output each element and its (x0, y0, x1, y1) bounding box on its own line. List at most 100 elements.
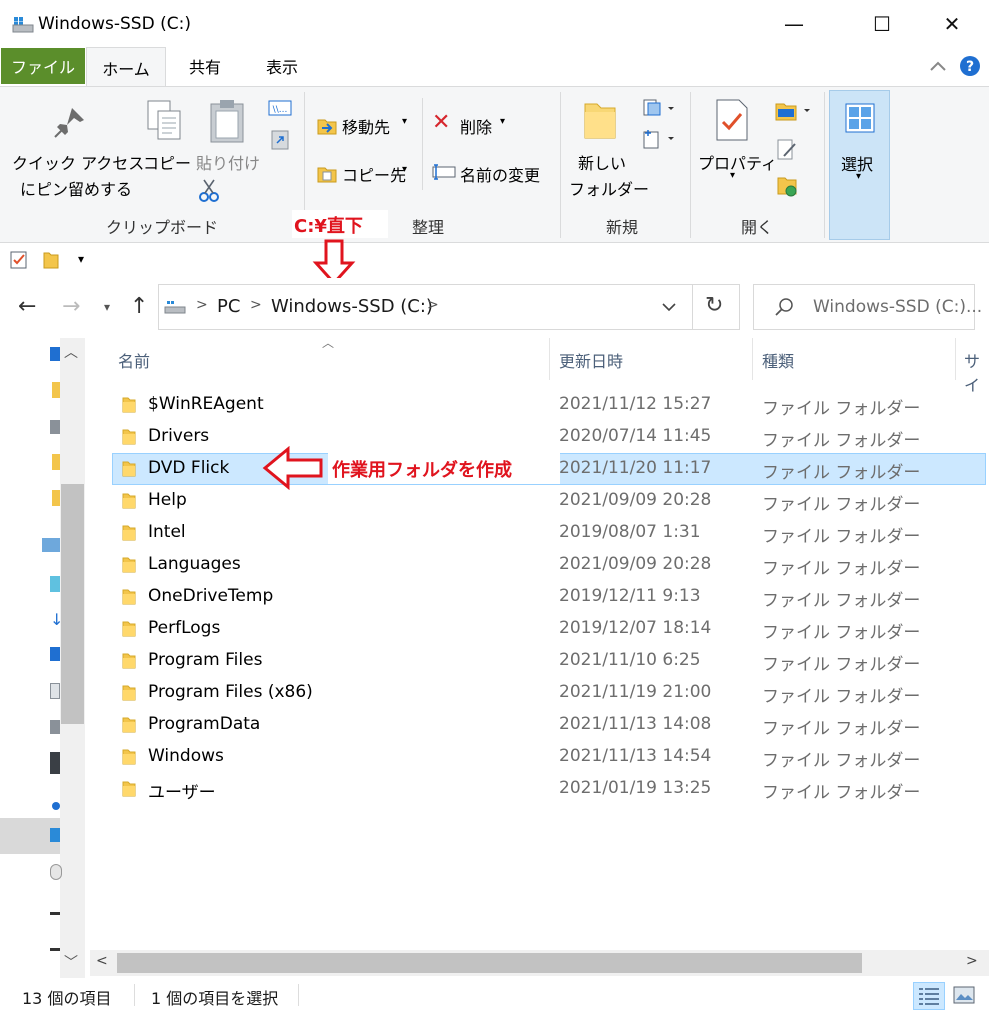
column-header-modified[interactable]: 更新日時 (559, 348, 623, 372)
file-name: Program Files (148, 650, 263, 670)
nav-folder-icon[interactable] (52, 454, 60, 470)
address-bar[interactable] (158, 284, 740, 330)
properties-button[interactable]: プロパティ ▾ (694, 92, 777, 204)
forward-icon[interactable]: → (62, 294, 80, 319)
horizontal-scrollbar-thumb[interactable] (117, 953, 862, 973)
file-type: ファイル フォルダー (762, 591, 921, 611)
open-icon[interactable] (774, 100, 812, 122)
rename-label: 名前の変更 (460, 166, 541, 185)
collapse-ribbon-icon[interactable] (928, 58, 948, 74)
file-name: Languages (148, 554, 241, 574)
nav-3d-objects-icon[interactable] (50, 576, 60, 592)
group-separator (824, 92, 825, 238)
nav-pictures-icon[interactable] (50, 720, 60, 734)
folder-icon (122, 397, 136, 413)
up-icon[interactable]: ↑ (130, 294, 148, 319)
cut-icon[interactable] (199, 178, 219, 202)
nav-dvd-icon[interactable] (50, 864, 62, 880)
pin-quick-access-button[interactable]: クイック アクセス にピン留めする (8, 92, 144, 204)
group-separator (560, 92, 561, 238)
column-header-row (90, 338, 989, 382)
column-divider[interactable] (752, 338, 753, 380)
nav-scroll-down-icon[interactable]: ﹀ (64, 952, 78, 972)
details-view-icon[interactable] (913, 982, 945, 1010)
column-header-type[interactable]: 種類 (762, 348, 794, 372)
maximize-button[interactable]: ☐ (850, 0, 914, 48)
nav-network-drive-icon[interactable] (50, 948, 60, 951)
new-group-label: 新規 (606, 218, 639, 237)
column-divider[interactable] (955, 338, 956, 380)
pin-label-2: にピン留めする (20, 180, 133, 199)
back-icon[interactable]: ← (18, 294, 36, 319)
column-divider[interactable] (549, 338, 550, 380)
large-icons-view-icon[interactable] (952, 984, 976, 1006)
recent-locations-icon[interactable]: ▾ (104, 300, 110, 314)
copy-to-button[interactable]: コピー先 ▾ (312, 156, 416, 190)
nav-folder-icon[interactable] (52, 490, 60, 506)
breadcrumb-separator-icon[interactable]: > (427, 297, 439, 313)
close-button[interactable]: ✕ (920, 0, 984, 48)
new-folder-icon (584, 103, 616, 139)
minimize-button[interactable]: — (762, 0, 826, 48)
column-header-name[interactable]: 名前 (118, 348, 150, 372)
nav-desktop-icon[interactable] (50, 347, 60, 361)
nav-scroll-up-icon[interactable]: ︿ (64, 342, 78, 362)
new-item-icon[interactable] (642, 98, 678, 118)
nav-music-icon[interactable] (52, 802, 60, 810)
status-divider (298, 984, 299, 1006)
help-icon[interactable]: ? (959, 55, 981, 77)
move-to-button[interactable]: 移動先 ▾ (312, 108, 416, 142)
paste-shortcut-icon[interactable] (270, 128, 290, 150)
breadcrumb-separator-icon[interactable]: > (250, 297, 262, 313)
breadcrumb-separator-icon[interactable]: > (196, 297, 208, 313)
tab-home[interactable]: ホーム (86, 47, 166, 87)
nav-downloads-icon[interactable]: ↓ (50, 610, 63, 629)
nav-network-drive-icon[interactable] (50, 912, 60, 915)
select-button[interactable]: 選択 ▾ (829, 90, 890, 240)
address-dropdown-icon[interactable] (660, 300, 678, 314)
nav-drive-icon[interactable] (50, 828, 60, 842)
annotation-root-label: C:¥直下 (294, 216, 363, 237)
tab-share[interactable]: 共有 (170, 48, 240, 84)
status-divider (134, 984, 135, 1006)
status-bar (0, 978, 989, 1012)
tab-view[interactable]: 表示 (244, 48, 320, 84)
refresh-icon[interactable]: ↻ (705, 293, 723, 318)
file-modified: 2021/11/10 6:25 (559, 650, 701, 670)
new-folder-button[interactable]: 新しい フォルダー (566, 92, 649, 204)
clipboard-group-label: クリップボード (106, 218, 219, 237)
breadcrumb-pc[interactable]: PC (217, 296, 240, 317)
rename-button[interactable]: 名前の変更 (428, 156, 552, 190)
easy-access-icon[interactable] (642, 128, 678, 150)
nav-videos-icon[interactable] (50, 752, 60, 774)
tab-file[interactable]: ファイル (1, 48, 85, 84)
copy-path-icon[interactable]: \\... (268, 100, 292, 116)
group-separator (422, 98, 423, 190)
file-modified: 2021/01/19 13:25 (559, 778, 712, 798)
nav-document-icon[interactable] (50, 420, 60, 434)
folder-icon (122, 525, 136, 541)
nav-folder-icon[interactable] (52, 382, 60, 398)
nav-scrollbar-thumb[interactable] (61, 484, 84, 724)
properties-qat-icon[interactable] (9, 250, 29, 270)
folder-icon (122, 653, 136, 669)
delete-button[interactable]: ✕ 削除 ▾ (428, 108, 518, 142)
edit-icon[interactable] (776, 138, 798, 162)
folder-icon (122, 685, 136, 701)
nav-desktop2-icon[interactable] (50, 647, 60, 661)
scroll-right-icon[interactable]: > (966, 953, 978, 969)
file-modified: 2021/11/20 11:17 (559, 458, 712, 478)
new-folder-qat-icon[interactable] (42, 250, 60, 270)
scroll-left-icon[interactable]: < (96, 953, 108, 969)
file-type: ファイル フォルダー (762, 783, 921, 803)
customize-qat-icon[interactable]: ▾ (78, 252, 84, 266)
nav-pc-icon[interactable] (42, 538, 60, 552)
quick-access-toolbar (0, 243, 989, 278)
folder-icon (122, 781, 136, 797)
file-type: ファイル フォルダー (762, 463, 921, 483)
folder-icon (122, 589, 136, 605)
breadcrumb-drive[interactable]: Windows-SSD (C:) (271, 296, 433, 317)
history-icon[interactable] (776, 174, 800, 198)
copy-button[interactable]: コピー (140, 92, 191, 204)
nav-documents-icon[interactable] (50, 683, 60, 699)
